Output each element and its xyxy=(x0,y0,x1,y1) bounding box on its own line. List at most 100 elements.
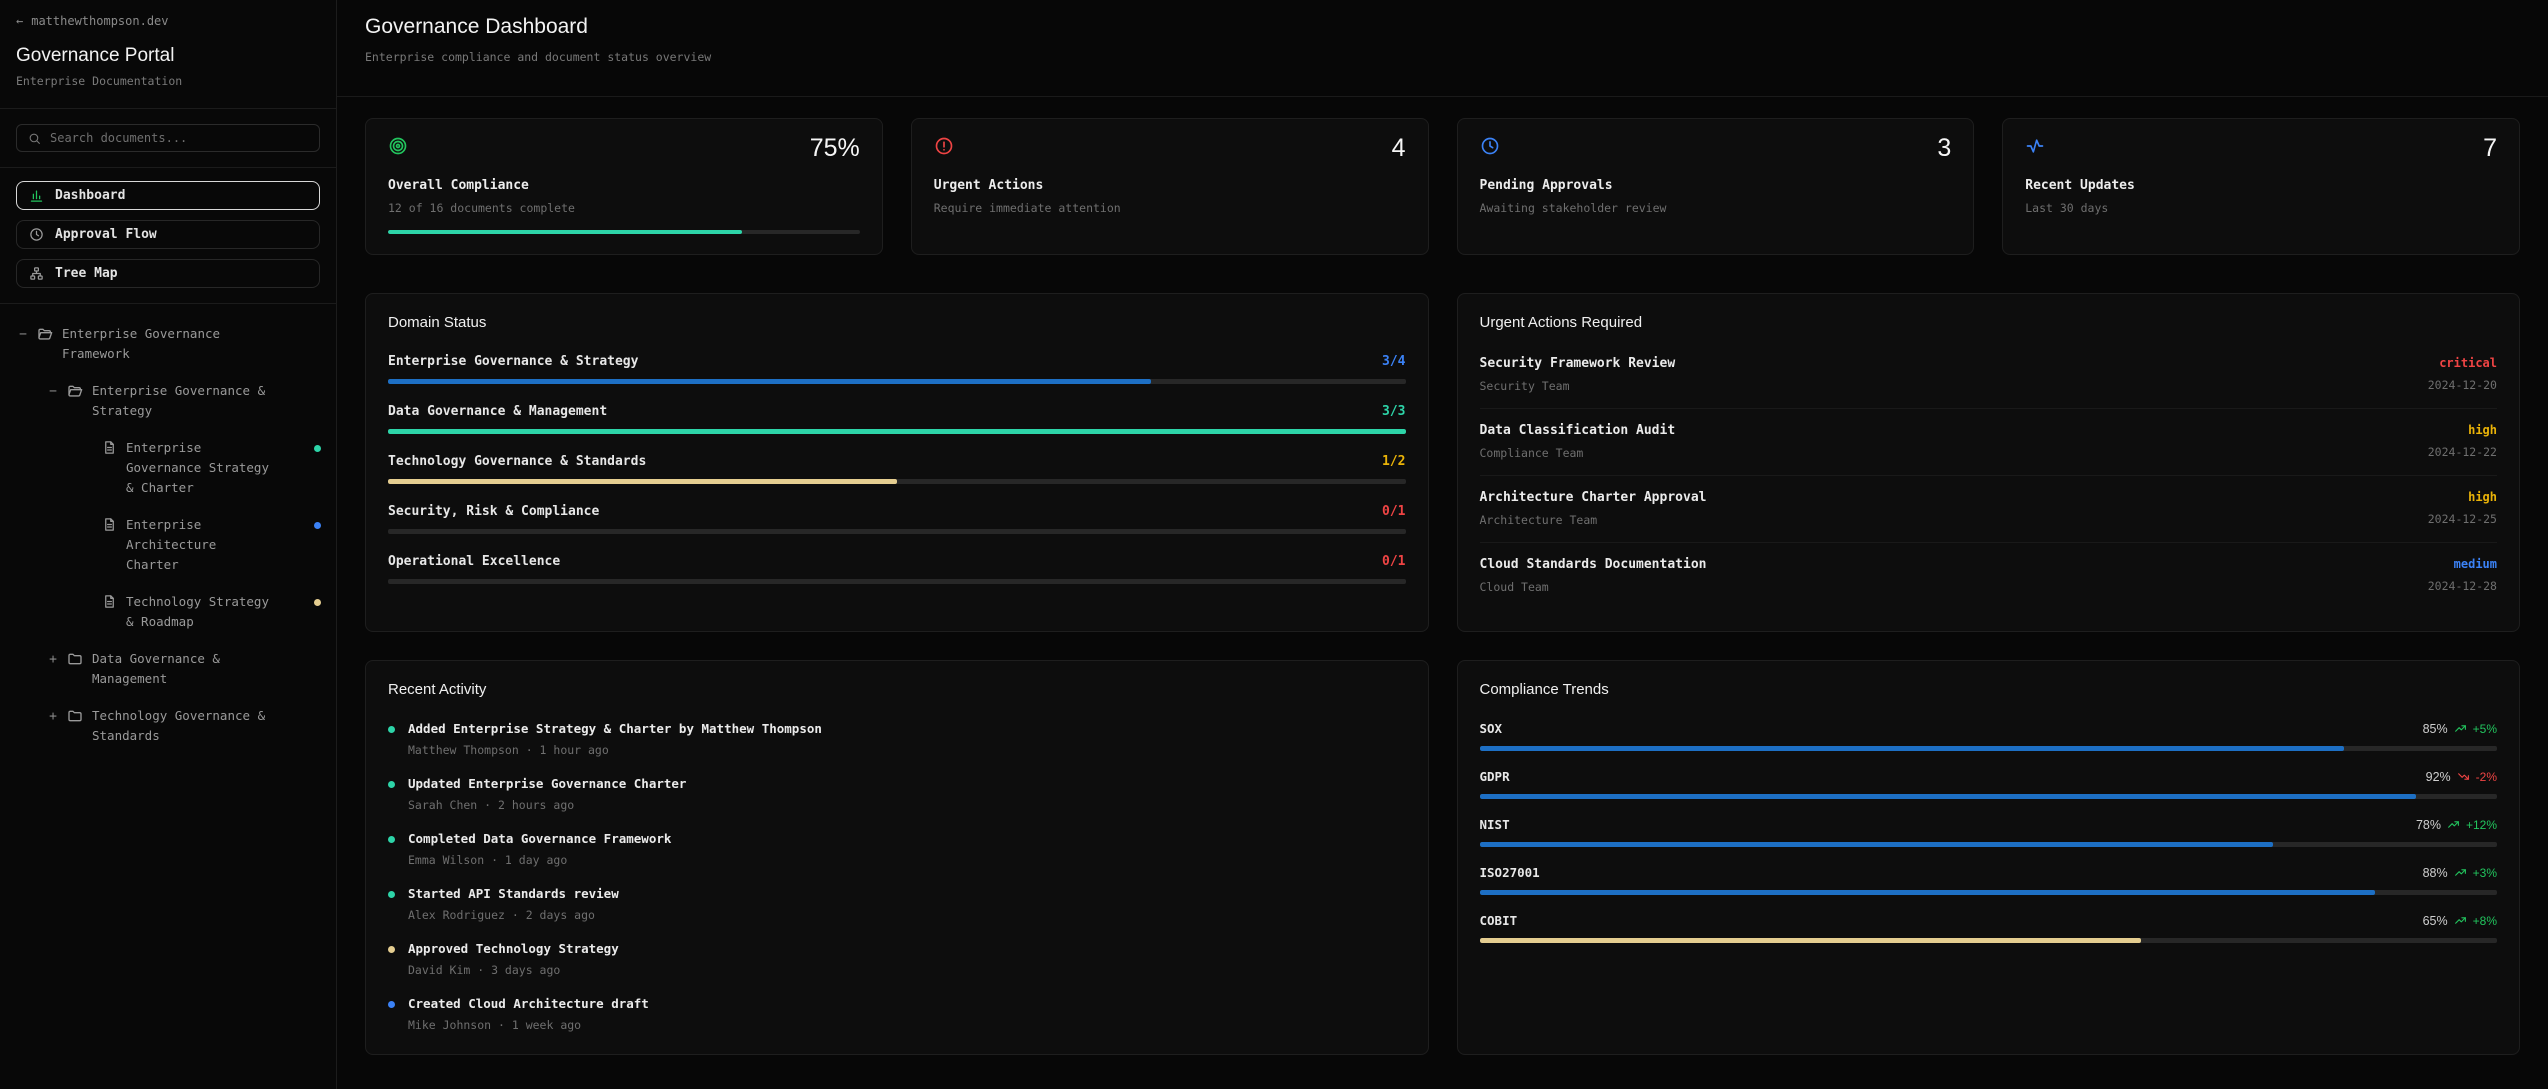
trend-percent: 65% xyxy=(2423,914,2448,928)
urgent-action-architecture-charter-approval[interactable]: Architecture Charter Approval Architectu… xyxy=(1480,476,2498,543)
tree-item-enterprise-governance-strategy[interactable]: − Enterprise Governance & Strategy xyxy=(0,381,336,421)
folder-icon xyxy=(67,708,83,724)
action-title: Security Framework Review xyxy=(1480,356,1676,371)
domain-ratio: 3/3 xyxy=(1382,404,1405,419)
activity-dot xyxy=(388,946,395,953)
trending-down-icon xyxy=(2457,770,2470,783)
tree-item-data-governance-management[interactable]: + Data Governance & Management xyxy=(0,649,336,689)
folder-icon xyxy=(67,651,83,667)
activity-meta: David Kim · 3 days ago xyxy=(408,963,619,977)
progress-fill xyxy=(388,429,1406,434)
tree-item-label: Enterprise Governance & Strategy xyxy=(92,381,287,421)
urgent-actions-panel: Urgent Actions Required Security Framewo… xyxy=(1457,293,2521,632)
severity-badge: high xyxy=(2428,490,2497,504)
due-date: 2024-12-25 xyxy=(2428,512,2497,526)
expand-toggle-icon[interactable]: + xyxy=(46,650,60,671)
progress-fill xyxy=(1480,842,2274,847)
urgent-action-data-classification-audit[interactable]: Data Classification Audit Compliance Tea… xyxy=(1480,409,2498,476)
back-link[interactable]: ← matthewthompson.dev xyxy=(16,14,320,28)
progress-track xyxy=(388,479,1406,484)
tree-item-label: Enterprise Governance Framework xyxy=(62,324,257,364)
tree-item-enterprise-architecture-charter[interactable]: Enterprise Architecture Charter xyxy=(0,515,336,575)
search-input[interactable] xyxy=(50,131,308,145)
trend-label: COBIT xyxy=(1480,913,1518,928)
tree-item-label: Data Governance & Management xyxy=(92,649,287,689)
progress-track xyxy=(388,579,1406,584)
progress-fill xyxy=(1480,890,2375,895)
trending-up-icon xyxy=(2454,866,2467,879)
stat-label: Urgent Actions xyxy=(934,178,1406,193)
panel-title: Domain Status xyxy=(388,314,1406,331)
tree-item-technology-governance-standards[interactable]: + Technology Governance & Standards xyxy=(0,706,336,746)
tree-item-enterprise-governance-framework[interactable]: − Enterprise Governance Framework xyxy=(0,324,336,364)
activity-meta: Emma Wilson · 1 day ago xyxy=(408,853,671,867)
trend-percent: 85% xyxy=(2423,722,2448,736)
panels-grid: Domain Status Enterprise Governance & St… xyxy=(365,293,2520,1055)
stat-value: 75% xyxy=(810,136,860,161)
trending-up-icon xyxy=(2454,722,2467,735)
action-title: Data Classification Audit xyxy=(1480,423,1676,438)
bar-chart-icon xyxy=(29,188,44,203)
expand-toggle-icon[interactable]: + xyxy=(46,707,60,728)
trend-row-gdpr: GDPR 92% -2% xyxy=(1480,769,2498,799)
trend-change: +12% xyxy=(2466,818,2497,832)
tree-item-technology-strategy-roadmap[interactable]: Technology Strategy & Roadmap xyxy=(0,592,336,632)
activity-item: Approved Technology Strategy David Kim ·… xyxy=(388,941,1406,977)
stat-value: 4 xyxy=(1392,136,1406,161)
progress-track xyxy=(1480,842,2498,847)
panel-title: Recent Activity xyxy=(388,681,1406,698)
domain-ratio: 0/1 xyxy=(1382,504,1405,519)
progress-fill xyxy=(388,379,1151,384)
search-box[interactable] xyxy=(16,124,320,152)
activity-meta: Matthew Thompson · 1 hour ago xyxy=(408,743,822,757)
search-icon xyxy=(28,132,41,145)
nav-item-dashboard[interactable]: Dashboard xyxy=(16,181,320,210)
nav-item-label: Dashboard xyxy=(55,188,125,203)
trend-label: GDPR xyxy=(1480,769,1510,784)
urgent-action-cloud-standards-documentation[interactable]: Cloud Standards Documentation Cloud Team… xyxy=(1480,543,2498,609)
trend-percent: 88% xyxy=(2423,866,2448,880)
urgent-action-security-framework-review[interactable]: Security Framework Review Security Team … xyxy=(1480,354,2498,409)
file-icon xyxy=(102,594,117,609)
tree-item-enterprise-governance-strategy-charter[interactable]: Enterprise Governance Strategy & Charter xyxy=(0,438,336,498)
domain-status-panel: Domain Status Enterprise Governance & St… xyxy=(365,293,1429,632)
severity-badge: high xyxy=(2428,423,2497,437)
trend-change: +8% xyxy=(2473,914,2497,928)
trend-label: ISO27001 xyxy=(1480,865,1540,880)
trend-label: SOX xyxy=(1480,721,1503,736)
page-subtitle: Enterprise compliance and document statu… xyxy=(365,50,2520,64)
progress-track xyxy=(388,379,1406,384)
stat-sublabel: Last 30 days xyxy=(2025,201,2497,215)
trending-up-icon xyxy=(2454,914,2467,927)
domain-label: Enterprise Governance & Strategy xyxy=(388,354,638,369)
activity-dot xyxy=(388,1001,395,1008)
target-icon xyxy=(388,136,408,156)
domain-row-data-governance-management: Data Governance & Management 3/3 xyxy=(388,404,1406,434)
clock-icon xyxy=(1480,136,1500,156)
file-icon xyxy=(102,517,117,532)
activity-meta: Sarah Chen · 2 hours ago xyxy=(408,798,686,812)
progress-track xyxy=(1480,890,2498,895)
collapse-toggle-icon[interactable]: − xyxy=(16,325,30,346)
trend-row-iso27001: ISO27001 88% +3% xyxy=(1480,865,2498,895)
severity-badge: medium xyxy=(2428,557,2497,571)
progress-track xyxy=(388,529,1406,534)
action-team: Architecture Team xyxy=(1480,513,1707,527)
stat-label: Overall Compliance xyxy=(388,178,860,193)
stat-sublabel: Require immediate attention xyxy=(934,201,1406,215)
search-section xyxy=(0,109,336,168)
activity-title: Approved Technology Strategy xyxy=(408,941,619,956)
portal-subtitle: Enterprise Documentation xyxy=(16,74,320,88)
back-arrow-icon: ← xyxy=(16,14,23,28)
nav-item-tree-map[interactable]: Tree Map xyxy=(16,259,320,288)
clock-icon xyxy=(29,227,44,242)
activity-title: Updated Enterprise Governance Charter xyxy=(408,776,686,791)
trending-up-icon xyxy=(2447,818,2460,831)
recent-activity-panel: Recent Activity Added Enterprise Strateg… xyxy=(365,660,1429,1055)
activity-meta: Mike Johnson · 1 week ago xyxy=(408,1018,649,1032)
nav-item-approval-flow[interactable]: Approval Flow xyxy=(16,220,320,249)
trend-change: +3% xyxy=(2473,866,2497,880)
activity-dot xyxy=(388,891,395,898)
collapse-toggle-icon[interactable]: − xyxy=(46,382,60,403)
progress-track xyxy=(1480,938,2498,943)
